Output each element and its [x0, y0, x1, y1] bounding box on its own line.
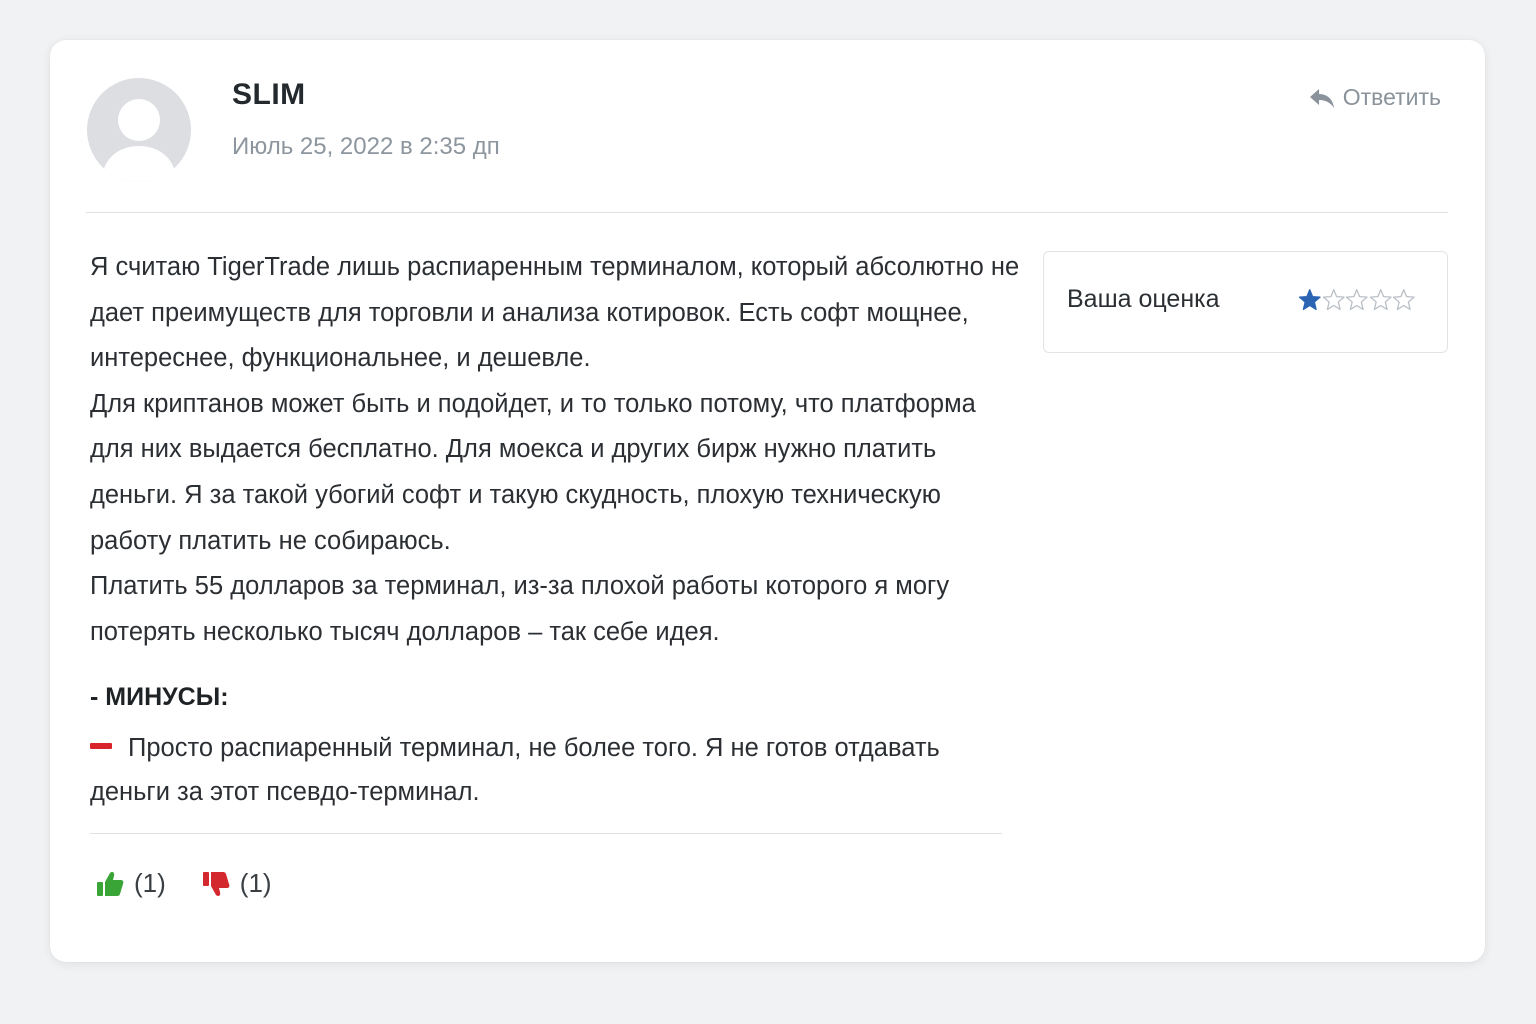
like-button[interactable]: (1) [96, 868, 166, 899]
comment-card: SLIM Июль 25, 2022 в 2:35 дп Ответить Я … [50, 40, 1485, 962]
rating-box: Ваша оценка [1043, 251, 1448, 353]
dislike-button[interactable]: (1) [202, 868, 272, 899]
star-icon[interactable] [1392, 288, 1416, 312]
minus-bar-icon [90, 743, 112, 750]
comment-paragraph: Платить 55 долларов за терминал, из-за п… [90, 572, 950, 646]
star-icon[interactable] [1298, 288, 1322, 312]
star-icon[interactable] [1345, 288, 1369, 312]
rating-label: Ваша оценка [1067, 285, 1220, 313]
comment-body: Я считаю TigerTrade лишь распиаренным те… [90, 245, 1020, 655]
reply-label: Ответить [1342, 84, 1441, 110]
thumbs-up-icon [97, 871, 124, 896]
header-divider [86, 212, 1448, 213]
comment-paragraph: Для криптанов может быть и подойдет, и т… [90, 389, 976, 555]
reply-arrow-icon [1309, 88, 1334, 108]
comment-paragraph: Я считаю TigerTrade лишь распиаренным те… [90, 253, 1020, 373]
thumbs-down-icon [202, 871, 230, 896]
default-avatar-icon [87, 78, 191, 182]
body-divider [90, 833, 1002, 834]
star-icon[interactable] [1322, 288, 1346, 312]
comment-author: SLIM [232, 78, 306, 111]
minus-heading: - МИНУСЫ: [90, 683, 229, 711]
rating-stars [1298, 288, 1416, 312]
star-icon[interactable] [1369, 288, 1393, 312]
like-count: (1) [134, 868, 166, 898]
vote-bar: (1) (1) [96, 868, 272, 899]
reply-button[interactable]: Ответить [1309, 84, 1441, 111]
minus-item: Просто распиаренный терминал, не более т… [90, 726, 1020, 814]
comment-date: Июль 25, 2022 в 2:35 дп [232, 133, 500, 160]
dislike-count: (1) [239, 868, 272, 898]
minus-text: Просто распиаренный терминал, не более т… [90, 734, 940, 806]
